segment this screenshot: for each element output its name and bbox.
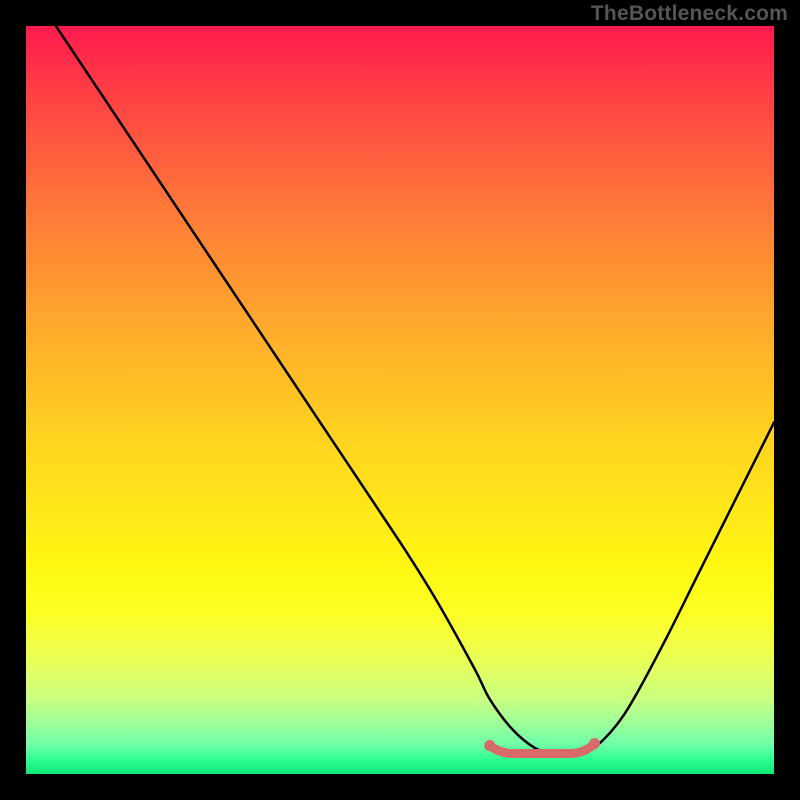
plot-area	[26, 26, 774, 774]
watermark-text: TheBottleneck.com	[591, 2, 788, 26]
chart-svg	[26, 26, 774, 774]
optimal-range-highlight	[490, 744, 595, 754]
highlight-dot-right	[589, 738, 600, 749]
chart-container: TheBottleneck.com	[0, 0, 800, 800]
curve-group	[56, 26, 774, 754]
bottleneck-curve-line	[56, 26, 774, 752]
highlight-dot-left	[484, 740, 495, 751]
